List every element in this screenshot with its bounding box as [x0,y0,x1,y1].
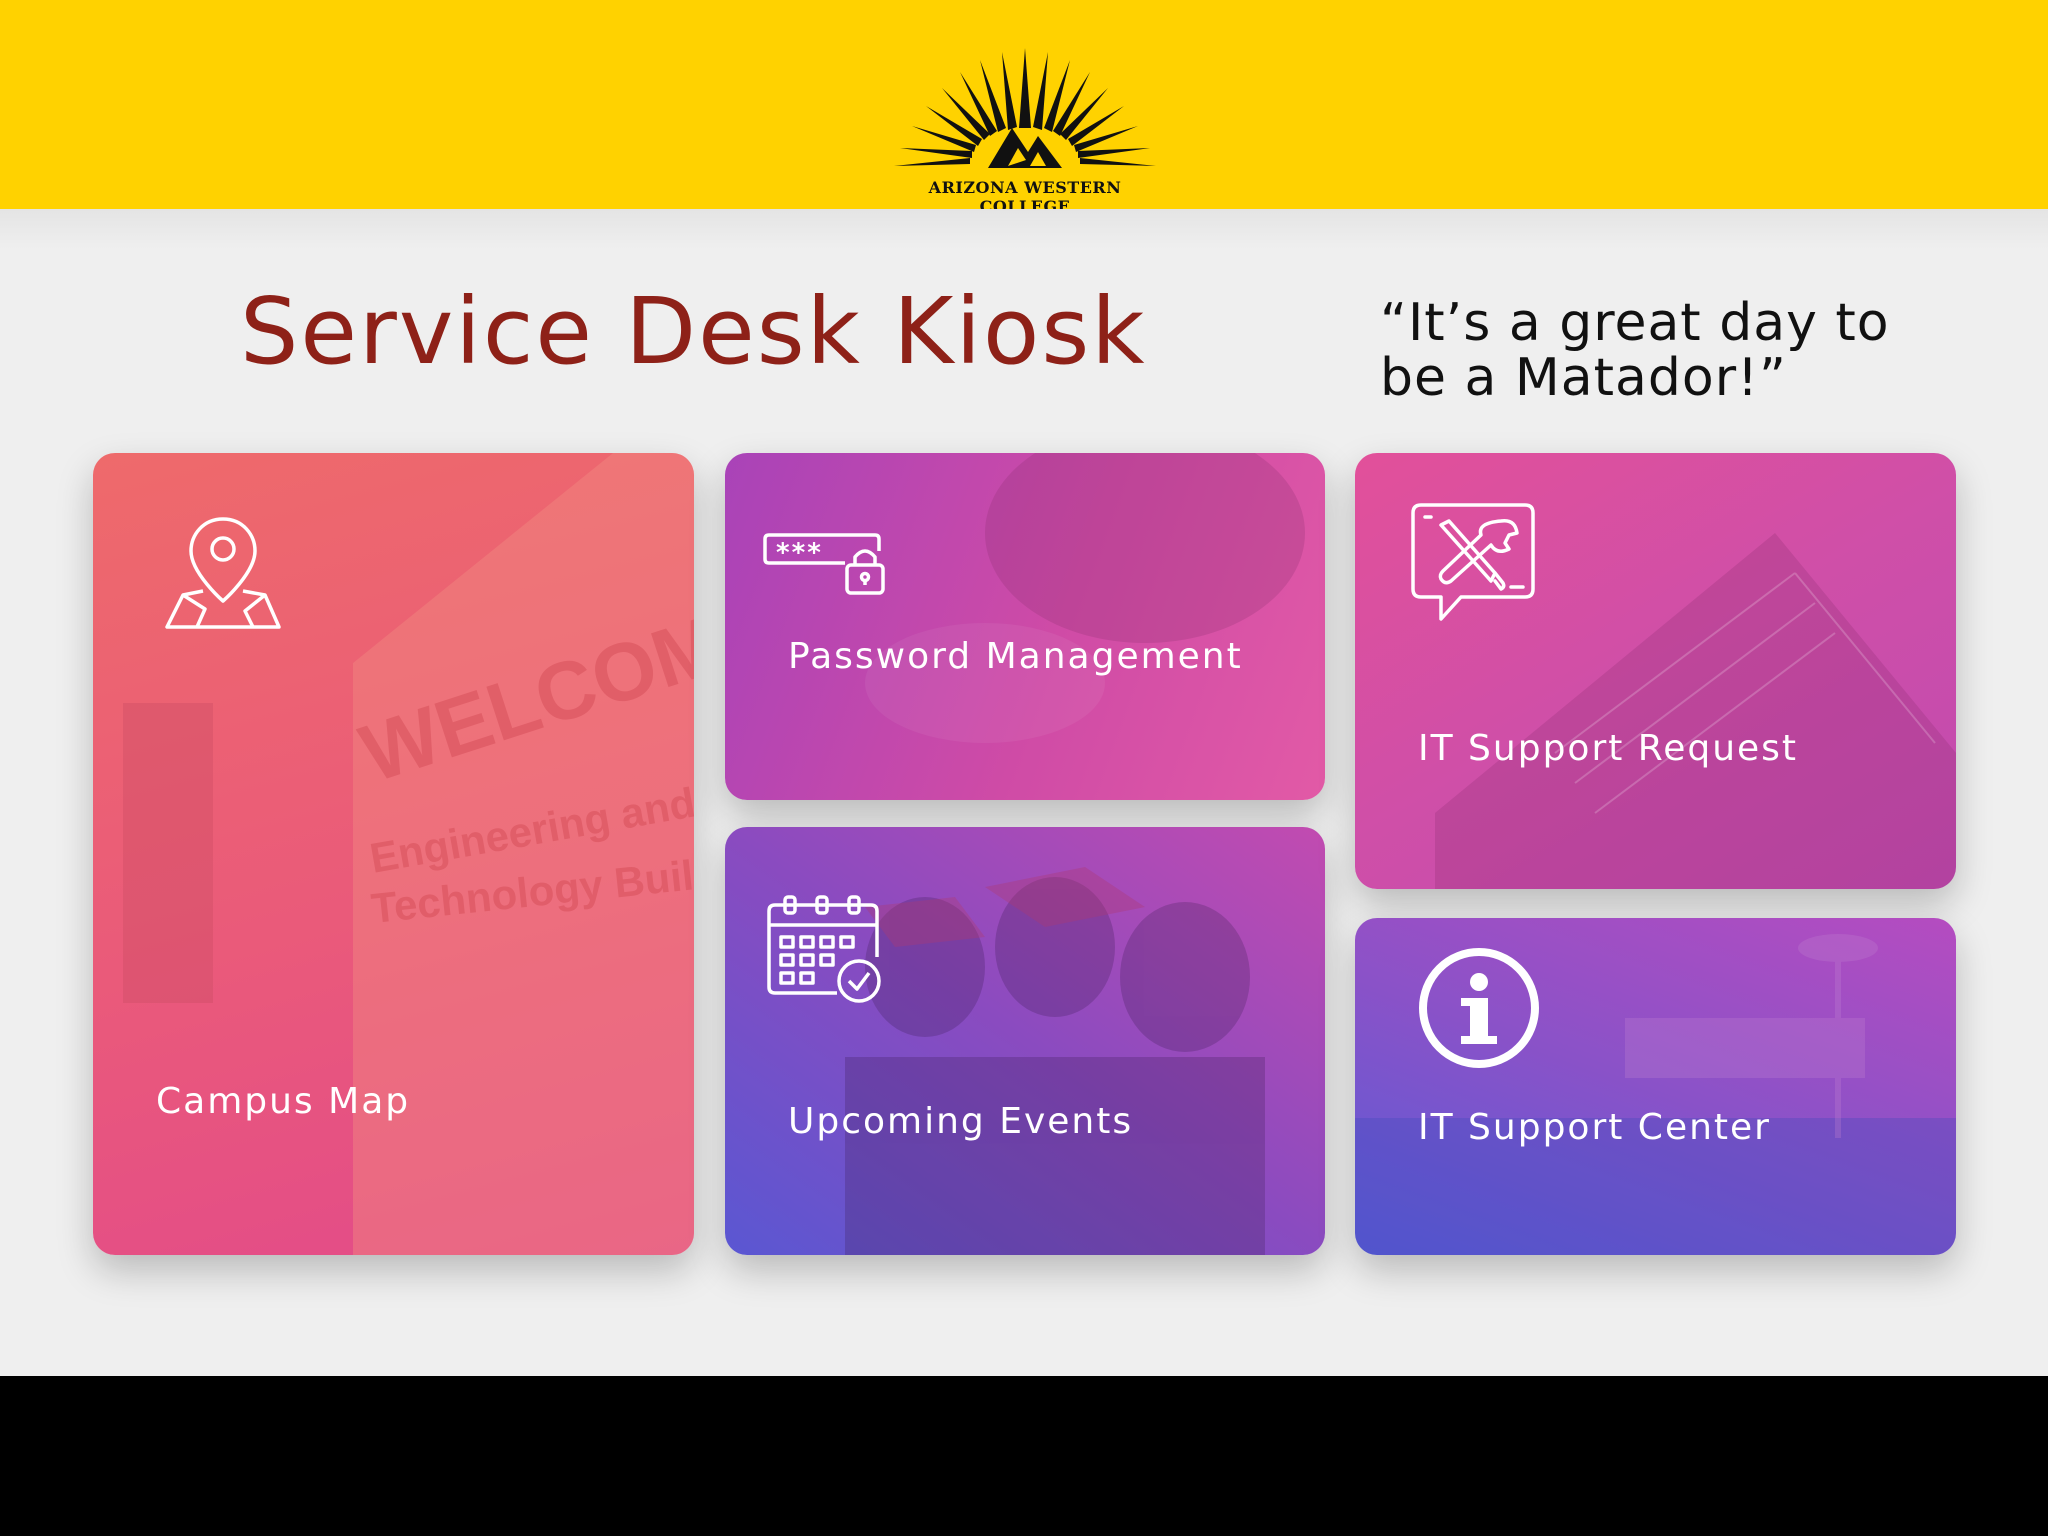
svg-text:***: *** [775,538,822,568]
password-management-label: Password Management [788,636,1243,677]
bottom-black-bar [0,1376,2048,1536]
calendar-check-icon [767,895,881,1003]
campus-map-label: Campus Map [156,1081,411,1122]
tile-photo-background [865,453,1305,743]
password-lock-icon: *** [763,533,885,595]
header-bar: Arizona Western College [0,0,2048,216]
campus-map-tile[interactable]: WELCOME Engineering and Technology Build… [93,453,694,1255]
map-pin-icon [165,517,281,629]
tools-chat-icon [1411,503,1535,621]
it-support-center-label: IT Support Center [1418,1107,1771,1148]
upcoming-events-tile[interactable]: Upcoming Events [725,827,1325,1255]
it-support-request-tile[interactable]: IT Support Request [1355,453,1956,889]
page-title: Service Desk Kiosk [240,278,1147,385]
graduates-photo-background [845,867,1265,1255]
it-support-request-label: IT Support Request [1418,728,1799,769]
upcoming-events-label: Upcoming Events [788,1101,1134,1142]
college-logo: Arizona Western College [890,48,1160,216]
sunburst-logo-icon [894,48,1156,168]
it-support-center-tile[interactable]: IT Support Center [1355,918,1956,1255]
info-icon [1419,948,1539,1068]
slogan: “It’s a great day to be a Matador!” [1380,293,1890,408]
password-management-tile[interactable]: *** Password Management [725,453,1325,800]
